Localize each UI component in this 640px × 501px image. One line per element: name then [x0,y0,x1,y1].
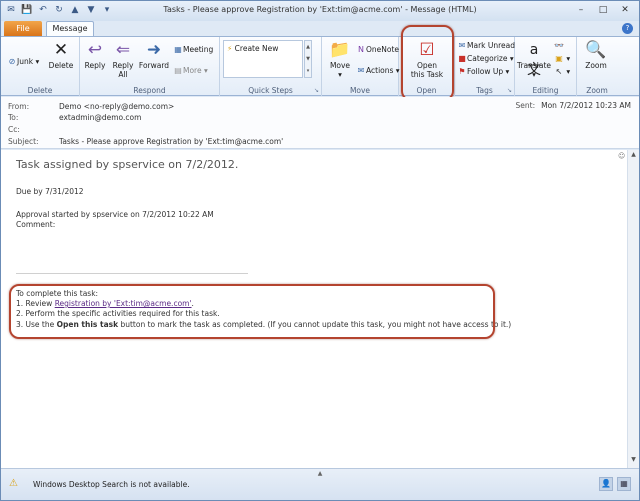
zoom-button[interactable]: 🔍 Zoom [580,40,612,70]
status-bar: ▲ ⚠ Windows Desktop Search is not availa… [1,468,639,500]
lightning-icon: ⚡ [227,44,233,53]
title-bar: ✉ 💾 ↶ ↻ ▲ ▼ ▾ Tasks - Please approve Reg… [1,1,639,21]
body-divider [16,273,248,274]
find-button[interactable]: 👓 [554,41,564,51]
binoculars-icon: 👓 [554,41,564,50]
scroll-down-arrow[interactable]: ▼ [629,456,638,466]
ribbon: ⊘ Junk ▾ ✕ Delete Delete ↩ Reply ⇐ Reply … [1,36,639,96]
instructions-highlight-ring [9,284,495,339]
vertical-scrollbar[interactable]: ▲ ▼ [627,150,639,468]
onenote-icon: N [358,45,364,54]
forward-button[interactable]: ➜ Forward [138,40,170,70]
maximize-button[interactable]: □ [593,3,613,17]
junk-button[interactable]: ⊘ Junk ▾ [7,57,40,67]
select-cursor-icon: ↖ [555,67,563,76]
categorize-button[interactable]: ■Categorize ▾ [457,54,513,64]
categorize-icon: ■ [458,54,466,63]
to-label: To: [8,113,19,122]
meeting-button[interactable]: ▦Meeting [173,45,213,55]
tags-launcher-icon[interactable]: ↘ [507,87,512,94]
junk-icon: ⊘ [8,57,16,66]
related-button[interactable]: ▣ ▾ [554,54,570,64]
tags-group: ✉ Mark Unread ■Categorize ▾ ⚑Follow Up ▾ … [455,37,515,96]
magnifier-icon: 🔍 [585,40,607,60]
people-pane-toggle-icon[interactable]: ▲ [1,470,639,477]
comment-label: Comment: [16,220,56,229]
move-group: 📁 Move ▾ N OneNote ✉ Actions ▾ Move [322,37,400,96]
move-folder-icon: 📁 [329,40,351,60]
close-button[interactable]: ✕ [615,3,635,17]
people-list-icon[interactable]: ▦ [617,477,631,491]
delete-group: ⊘ Junk ▾ ✕ Delete Delete [1,37,80,96]
reply-all-icon: ⇐ [115,40,131,60]
reply-icon: ↩ [87,40,103,60]
approval-started: Approval started by spservice on 7/2/201… [16,210,214,219]
quick-steps-group-label: Quick Steps [248,86,293,95]
zoom-group: 🔍 Zoom Zoom [577,37,617,96]
to-value[interactable]: extadmin@demo.com [59,113,141,122]
quick-steps-gallery: ⚡ Create New [223,40,303,78]
actions-button[interactable]: ✉ Actions ▾ [356,66,400,76]
editing-group-label: Editing [532,86,559,95]
quick-step-create-new[interactable]: ⚡ Create New [227,44,278,53]
onenote-button[interactable]: N OneNote [356,45,399,55]
translate-icon: a文 [527,42,541,78]
message-options-icon[interactable]: ☺ [618,152,627,161]
window-controls: – □ ✕ [571,3,635,17]
flag-icon: ⚑ [458,67,466,76]
from-label: From: [8,102,30,111]
more-icon: ▤ [174,66,182,75]
tags-group-label: Tags [476,86,493,95]
editing-group: a文 Translate ▾ 👓 ▣ ▾ ↖ ▾ Editing [515,37,577,96]
message-header: From: Demo <no-reply@demo.com> To: extad… [1,97,639,149]
quick-steps-group: ⚡ Create New ▲ ▼ ▾ Quick Steps ↘ [220,37,322,96]
from-value[interactable]: Demo <no-reply@demo.com> [59,102,174,111]
reply-all-button[interactable]: ⇐ Reply All [110,40,136,79]
outlook-message-window: ✉ 💾 ↶ ↻ ▲ ▼ ▾ Tasks - Please approve Reg… [0,0,640,501]
ribbon-tabs: File Message ? [1,21,639,36]
open-task-highlight-ring [401,25,454,101]
translate-button[interactable]: a文 Translate ▾ [516,40,552,79]
delete-group-label: Delete [27,86,53,95]
follow-up-button[interactable]: ⚑Follow Up ▾ [457,67,509,77]
delete-x-icon: ✕ [53,40,69,60]
warning-icon: ⚠ [9,478,18,489]
tab-file[interactable]: File [4,21,42,36]
select-button[interactable]: ↖ ▾ [554,67,571,77]
related-icon: ▣ [555,54,563,63]
scroll-up-arrow[interactable]: ▲ [629,151,638,161]
quick-steps-scroll[interactable]: ▲ ▼ ▾ [304,40,312,78]
mark-unread-button[interactable]: ✉ Mark Unread [457,41,515,51]
sent-label: Sent: [515,101,536,110]
respond-group: ↩ Reply ⇐ Reply All ➜ Forward ▦Meeting ▤… [80,37,220,96]
meeting-calendar-icon: ▦ [174,45,182,54]
help-icon[interactable]: ? [622,23,633,34]
people-pane-controls: 👤 ▦ [599,477,631,491]
forward-icon: ➜ [146,40,162,60]
subject-label: Subject: [8,137,39,146]
minimize-button[interactable]: – [571,3,591,17]
task-title: Task assigned by spservice on 7/2/2012. [16,158,239,171]
move-group-label: Move [349,86,371,95]
reply-button[interactable]: ↩ Reply [82,40,108,70]
quick-steps-launcher-icon[interactable]: ↘ [314,87,319,94]
respond-group-label: Respond [133,86,166,95]
due-date: Due by 7/31/2012 [16,187,84,196]
envelope-icon: ✉ [458,41,466,50]
more-respond-button[interactable]: ▤More ▾ [173,66,208,76]
sent-value: Mon 7/2/2012 10:23 AM [541,101,631,110]
cc-label: Cc: [8,125,20,134]
person-icon[interactable]: 👤 [599,477,613,491]
status-text: Windows Desktop Search is not available. [33,480,190,489]
actions-icon: ✉ [357,66,365,75]
delete-button[interactable]: ✕ Delete [45,40,77,70]
zoom-group-label: Zoom [586,86,608,95]
window-title: Tasks - Please approve Registration by '… [163,5,477,14]
subject-value: Tasks - Please approve Registration by '… [59,137,284,146]
sent-info: Sent: Mon 7/2/2012 10:23 AM [516,101,631,110]
move-button[interactable]: 📁 Move ▾ [326,40,354,79]
tab-message[interactable]: Message [46,21,94,36]
